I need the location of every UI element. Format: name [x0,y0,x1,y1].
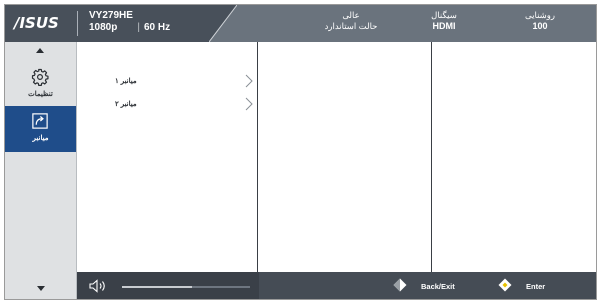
refresh-rate: 60 Hz [143,22,171,33]
status-signal-value: HDMI [432,21,456,31]
back-key-icon [393,278,407,292]
menu-row-label: میانبر ۱ [115,78,137,85]
back-exit-label: Back/Exit [421,282,455,291]
pipe-separator: | [137,22,140,33]
header-bar: /ISUS VY279HE 1080p | 60 Hz عالی حالت استا… [5,5,596,42]
status-mode-label: عالی [342,10,360,20]
sidebar: تنظیمات میانبر [5,42,77,299]
sidebar-item-settings[interactable]: تنظیمات [5,62,76,108]
menu-row-shortcut-2[interactable]: میانبر ۲ [87,97,253,113]
footer-bar: Back/Exit Enter [77,272,596,299]
sidebar-item-shortcut[interactable]: میانبر [5,106,76,152]
header-divider [77,11,78,36]
gear-icon [31,68,49,86]
menu-row-shortcut-1[interactable]: میانبر ۱ [87,74,253,90]
osd-menu: /ISUS VY279HE 1080p | 60 Hz عالی حالت استا… [4,4,597,300]
resolution: 1080p [89,22,118,33]
column-divider [257,42,258,272]
speaker-icon [89,279,105,293]
sidebar-item-label: تنظیمات [28,91,53,98]
status-brightness-label: روشنایی [525,10,555,20]
scroll-up-arrow-icon[interactable] [36,48,44,53]
shortcut-arrow-icon [32,113,48,129]
status-brightness-value: 100 [532,21,548,31]
model-name: VY279HE [89,10,133,21]
sidebar-item-label: میانبر [32,135,49,142]
column-divider [431,42,432,272]
menu-content: میانبر ۱ میانبر ۲ [77,42,596,272]
enter-label: Enter [526,282,546,291]
enter-key-icon [498,278,512,292]
scroll-down-arrow-icon[interactable] [37,286,45,291]
volume-fill [122,286,193,288]
status-signal-label: سیگنال [431,10,457,20]
chevron-right-icon [245,97,253,111]
asus-logo: /ISUS [5,5,77,42]
chevron-right-icon [245,74,253,88]
status-mode: عالی حالت استاندارد [311,10,391,32]
menu-row-label: میانبر ۲ [115,101,137,108]
status-brightness: روشنایی 100 [515,10,565,32]
logo-text: /ISUS [14,14,59,32]
volume-slider[interactable] [122,286,250,288]
status-mode-value: حالت استاندارد [324,21,378,31]
status-signal: سیگنال HDMI [419,10,469,32]
model-info: VY279HE 1080p | 60 Hz [89,10,170,33]
